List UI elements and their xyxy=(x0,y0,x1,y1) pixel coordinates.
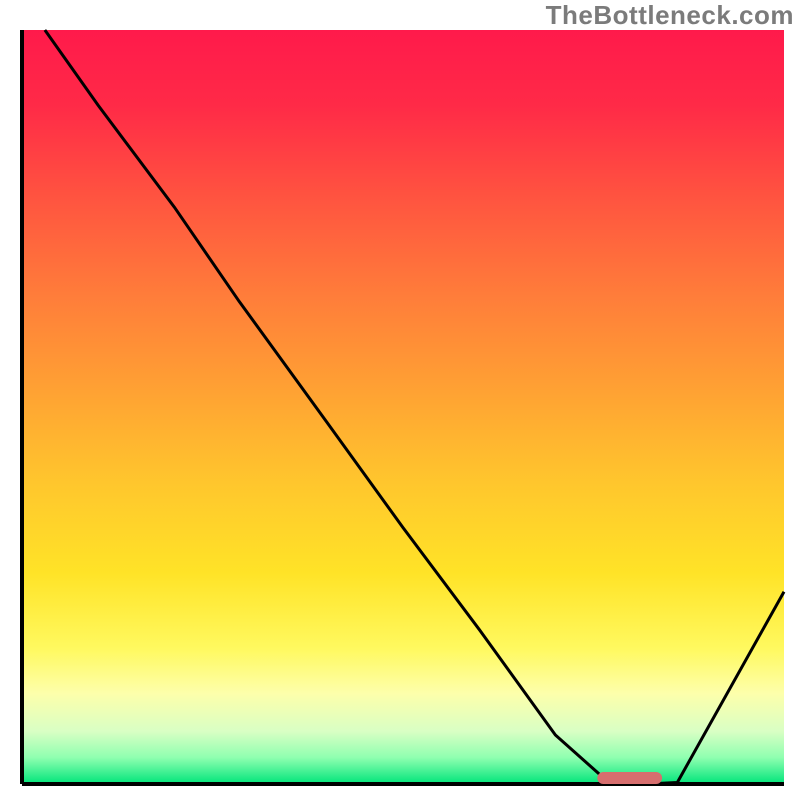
watermark-text: TheBottleneck.com xyxy=(546,0,794,31)
optimal-range-marker xyxy=(597,772,662,784)
bottleneck-chart: TheBottleneck.com xyxy=(0,0,800,800)
plot-background xyxy=(22,30,784,784)
chart-svg xyxy=(0,0,800,800)
